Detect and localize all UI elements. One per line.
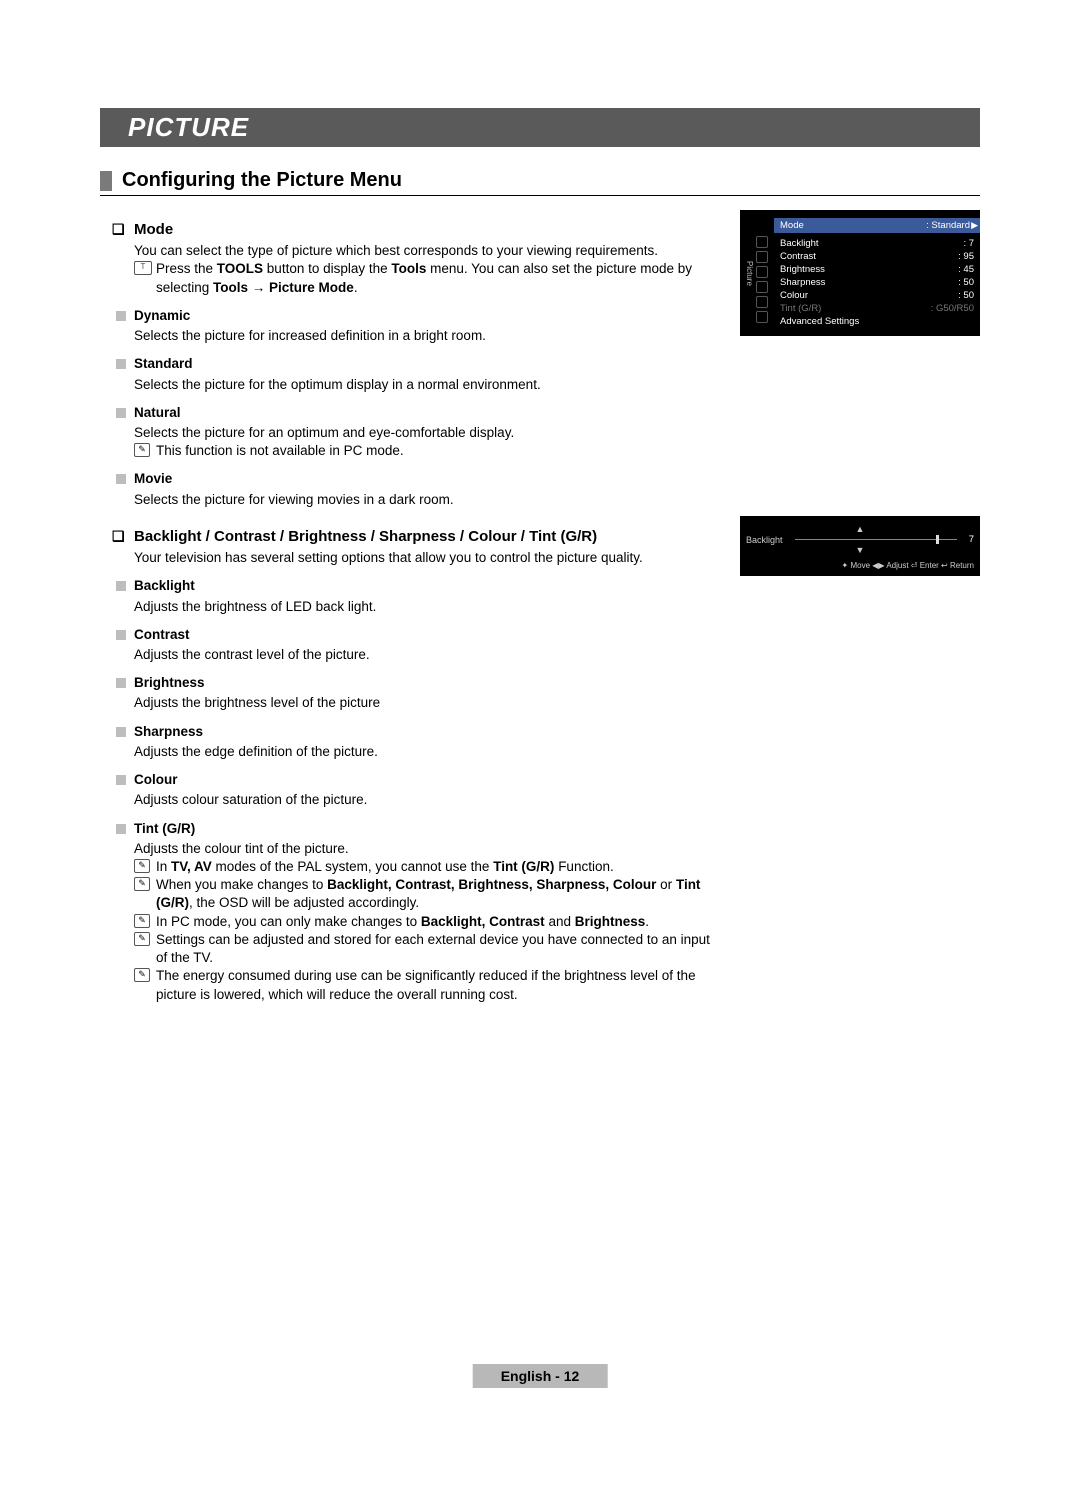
adj-contrast-desc: Adjusts the contrast level of the pictur… — [134, 646, 720, 664]
osd-icon — [756, 281, 768, 293]
note-icon: ✎ — [134, 877, 150, 891]
osd-slider-value: 7 — [969, 534, 974, 545]
osd-icon — [756, 311, 768, 323]
section-header: Configuring the Picture Menu — [100, 169, 980, 196]
note-icon: ✎ — [134, 859, 150, 873]
mode-dynamic-title: Dynamic — [134, 307, 720, 325]
osd-row-brightness: Brightness: 45 — [780, 263, 974, 276]
osd-slider-footer: ✦ Move ◀▶ Adjust ⏎ Enter ↩ Return — [746, 561, 974, 570]
osd-mode-row: Mode : Standard ▶ — [774, 218, 980, 233]
mode-standard-title: Standard — [134, 355, 720, 373]
adj-backlight-title: Backlight — [134, 577, 720, 595]
osd-row-contrast: Contrast: 95 — [780, 250, 974, 263]
adj-colour-title: Colour — [134, 771, 720, 789]
osd-slider-panel: ▲ Backlight 7 ▼ ✦ Move ◀▶ Adjust ⏎ Enter… — [740, 516, 980, 576]
adjust-heading: Backlight / Contrast / Brightness / Shar… — [134, 527, 720, 547]
mode-movie-title: Movie — [134, 470, 720, 488]
osd-icon — [756, 266, 768, 278]
mode-movie-desc: Selects the picture for viewing movies i… — [134, 491, 720, 509]
osd-icon — [756, 296, 768, 308]
mode-natural-title: Natural — [134, 404, 720, 422]
osd-row-advanced: Advanced Settings — [780, 315, 974, 328]
adj-contrast-title: Contrast — [134, 626, 720, 644]
page-footer: English - 12 — [473, 1364, 608, 1388]
main-text-column: Mode You can select the type of picture … — [100, 210, 720, 1004]
osd-icon — [756, 251, 768, 263]
chevron-right-icon: ▶ — [971, 220, 978, 231]
tools-note: T Press the TOOLS button to display the … — [156, 260, 720, 296]
osd-slider-label: Backlight — [746, 535, 783, 545]
adj-backlight-desc: Adjusts the brightness of LED back light… — [134, 598, 720, 616]
osd-row-tint: Tint (G/R): G50/R50 — [780, 302, 974, 315]
adj-colour-desc: Adjusts colour saturation of the picture… — [134, 791, 720, 809]
adj-sharpness-desc: Adjusts the edge definition of the pictu… — [134, 743, 720, 761]
adjust-intro: Your television has several setting opti… — [134, 549, 720, 567]
osd-side-icons — [756, 236, 768, 323]
mode-natural-desc: Selects the picture for an optimum and e… — [134, 424, 720, 442]
section-bullet-icon — [100, 171, 112, 191]
mode-standard-desc: Selects the picture for the optimum disp… — [134, 376, 720, 394]
adj-tint-desc: Adjusts the colour tint of the picture. — [134, 840, 720, 858]
tint-note-5: ✎ The energy consumed during use can be … — [156, 967, 720, 1003]
osd-side-label: Picture — [742, 220, 754, 326]
note-icon: ✎ — [134, 968, 150, 982]
tools-icon: T — [134, 261, 152, 275]
chapter-banner: PICTURE — [100, 108, 980, 147]
osd-icon — [756, 236, 768, 248]
mode-natural-note: ✎ This function is not available in PC m… — [156, 442, 720, 460]
adj-tint-title: Tint (G/R) — [134, 820, 720, 838]
osd-up-arrow-icon: ▲ — [746, 524, 974, 534]
osd-row-sharpness: Sharpness: 50 — [780, 276, 974, 289]
mode-dynamic-desc: Selects the picture for increased defini… — [134, 327, 720, 345]
mode-intro: You can select the type of picture which… — [134, 242, 720, 260]
section-title: Configuring the Picture Menu — [122, 169, 402, 192]
note-icon: ✎ — [134, 932, 150, 946]
tint-note-4: ✎ Settings can be adjusted and stored fo… — [156, 931, 720, 967]
osd-row-backlight: Backlight: 7 — [780, 237, 974, 250]
tint-note-1: ✎ In TV, AV modes of the PAL system, you… — [156, 858, 720, 876]
osd-row-colour: Colour: 50 — [780, 289, 974, 302]
osd-slider-track — [795, 539, 957, 540]
tint-note-3: ✎ In PC mode, you can only make changes … — [156, 913, 720, 931]
tint-note-2: ✎ When you make changes to Backlight, Co… — [156, 876, 720, 912]
osd-picture-menu: Picture Mode : Standard ▶ Backlight: 7 — [740, 210, 980, 336]
osd-down-arrow-icon: ▼ — [746, 545, 974, 555]
adj-sharpness-title: Sharpness — [134, 723, 720, 741]
note-icon: ✎ — [134, 443, 150, 457]
adj-brightness-desc: Adjusts the brightness level of the pict… — [134, 694, 720, 712]
mode-heading: Mode — [134, 220, 720, 240]
osd-slider-knob — [936, 535, 939, 544]
osd-column: Picture Mode : Standard ▶ Backlight: 7 — [740, 210, 980, 1004]
adj-brightness-title: Brightness — [134, 674, 720, 692]
note-icon: ✎ — [134, 914, 150, 928]
